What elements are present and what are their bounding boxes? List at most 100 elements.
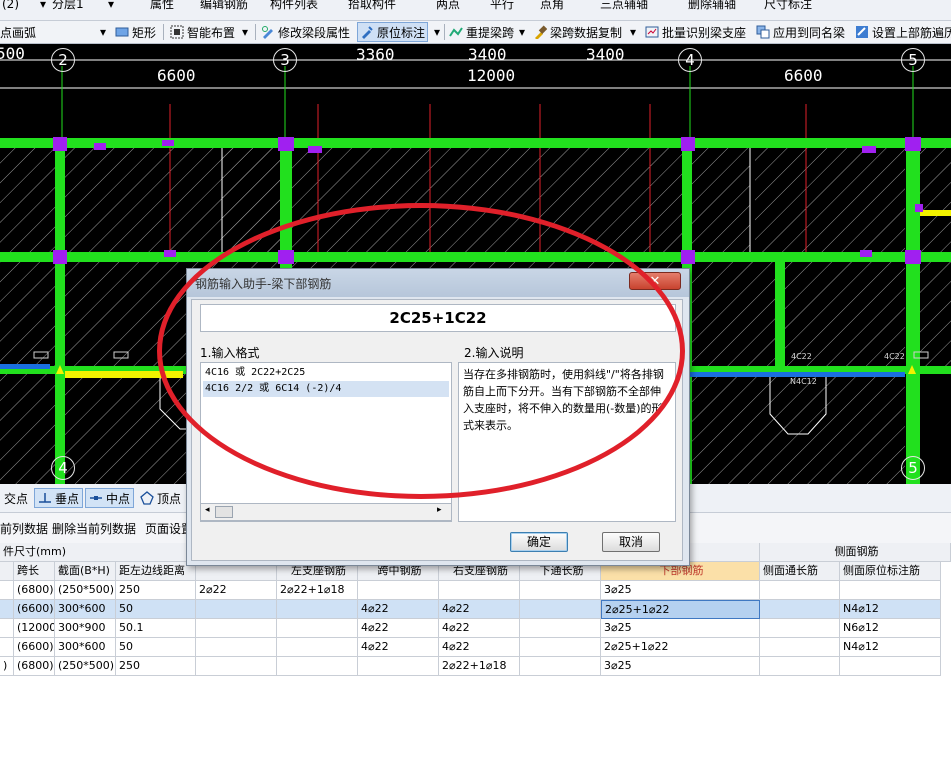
format-list-scrollbar[interactable]: ◂ ▸ — [200, 503, 452, 521]
grid-cell[interactable] — [277, 600, 358, 619]
ok-button[interactable]: 确定 — [510, 532, 568, 552]
grid-cell[interactable] — [520, 619, 601, 638]
grid-cell[interactable]: (12000 — [14, 619, 55, 638]
grid-cell[interactable]: 300*600 — [55, 638, 116, 657]
grid-cell[interactable]: (250*500) — [55, 581, 116, 600]
grid-cell[interactable]: ) — [0, 657, 14, 676]
grid-cell[interactable] — [358, 581, 439, 600]
scroll-left-icon[interactable]: ◂ — [205, 505, 210, 515]
dimension-button[interactable]: 尺寸标注 — [764, 0, 812, 14]
grid-cell[interactable] — [439, 581, 520, 600]
point-angle-button[interactable]: 点角 — [540, 0, 564, 14]
grid-cell[interactable] — [196, 619, 277, 638]
grid-cell[interactable] — [760, 581, 840, 600]
close-icon[interactable]: ✕ — [629, 272, 681, 290]
grid-cell[interactable] — [840, 657, 941, 676]
in-situ-annotation-button[interactable]: 原位标注 — [357, 22, 429, 42]
snap-midpoint[interactable]: 中点 — [85, 488, 135, 508]
grid-cell[interactable]: 4⌀22 — [439, 600, 520, 619]
grid-cell[interactable]: (6600) — [14, 600, 55, 619]
grid-cell[interactable]: 3⌀25 — [601, 581, 760, 600]
chevron-down-icon[interactable]: ▾ — [108, 0, 114, 14]
grid-cell[interactable]: (6800) — [14, 657, 55, 676]
grid-cell[interactable]: (6800) — [14, 581, 55, 600]
grid-cell[interactable]: 2⌀25+1⌀22 — [601, 638, 760, 657]
grid-cell[interactable]: (6600) — [14, 638, 55, 657]
grid-cell[interactable]: 2⌀22 — [196, 581, 277, 600]
grid-cell[interactable]: 4⌀22 — [439, 638, 520, 657]
scroll-right-icon[interactable]: ▸ — [437, 505, 442, 515]
grid-cell[interactable] — [520, 600, 601, 619]
format-list[interactable]: 4C16 或 2C22+2C25 4C16 2/2 或 6C14 (-2)/4 — [200, 362, 452, 522]
grid-cell[interactable]: 2⌀25+1⌀22 — [601, 600, 760, 619]
format-list-item[interactable]: 4C16 或 2C22+2C25 — [203, 365, 449, 381]
grid-header-cell[interactable]: 距左边线距离 — [116, 562, 196, 581]
dialog-titlebar[interactable]: 钢筋输入助手-梁下部钢筋 ✕ — [187, 269, 689, 297]
grid-cell[interactable]: 2⌀22+1⌀18 — [439, 657, 520, 676]
paste-column-data-button[interactable]: 前列数据 — [0, 520, 48, 537]
grid-cell[interactable] — [0, 619, 14, 638]
grid-cell[interactable]: 50 — [116, 600, 196, 619]
pick-component-button[interactable]: 拾取构件 — [348, 0, 396, 14]
grid-cell[interactable]: 4⌀22 — [358, 600, 439, 619]
grid-cell[interactable] — [277, 619, 358, 638]
three-point-axis-button[interactable]: 三点辅轴 — [600, 0, 648, 14]
grid-cell[interactable]: 300*900 — [55, 619, 116, 638]
grid-cell[interactable] — [840, 581, 941, 600]
delete-column-data-button[interactable]: 删除当前列数据 — [52, 520, 136, 537]
batch-identify-button[interactable]: 批量识别梁支座 — [645, 22, 746, 42]
grid-cell[interactable] — [196, 600, 277, 619]
grid-cell[interactable] — [196, 638, 277, 657]
rebar-format-input[interactable]: 2C25+1C22 — [200, 304, 676, 332]
chevron-down-icon[interactable]: ▾ — [100, 22, 106, 42]
grid-cell[interactable] — [0, 600, 14, 619]
snap-vertex[interactable]: 顶点 — [140, 488, 181, 508]
component-list-button[interactable]: 构件列表 — [270, 0, 318, 14]
grid-cell[interactable]: 3⌀25 — [601, 657, 760, 676]
grid-cell[interactable] — [760, 619, 840, 638]
grid-cell[interactable]: 50.1 — [116, 619, 196, 638]
chevron-down-icon[interactable]: ▾ — [434, 22, 440, 42]
snap-intersection[interactable]: 交点 — [4, 488, 28, 508]
cancel-button[interactable]: 取消 — [602, 532, 660, 552]
grid-cell[interactable] — [760, 600, 840, 619]
scroll-thumb[interactable] — [215, 506, 233, 518]
edit-rebar-button[interactable]: 编辑钢筋 — [200, 0, 248, 14]
parallel-button[interactable]: 平行 — [490, 0, 514, 14]
grid-cell[interactable]: 4⌀22 — [358, 638, 439, 657]
grid-cell[interactable] — [0, 638, 14, 657]
grid-cell[interactable]: 3⌀25 — [601, 619, 760, 638]
apply-same-name-button[interactable]: 应用到同名梁 — [756, 22, 845, 42]
set-top-rebar-button[interactable]: 设置上部筋遍历 — [855, 22, 951, 42]
grid-cell[interactable]: 250 — [116, 581, 196, 600]
arc-mode-combo[interactable]: 点画弧 — [0, 22, 36, 42]
reextract-span-button[interactable]: 重提梁跨 — [449, 22, 514, 42]
chevron-down-icon[interactable]: ▾ — [630, 22, 636, 42]
grid-cell[interactable] — [358, 657, 439, 676]
grid-header-cell[interactable]: 跨长 — [14, 562, 55, 581]
format-list-item[interactable]: 4C16 2/2 或 6C14 (-2)/4 — [203, 381, 449, 397]
chevron-down-icon[interactable]: ▾ — [519, 22, 525, 42]
grid-cell[interactable]: (250*500) — [55, 657, 116, 676]
grid-cell[interactable] — [196, 657, 277, 676]
grid-cell[interactable] — [520, 581, 601, 600]
grid-cell[interactable] — [520, 638, 601, 657]
grid-cell[interactable] — [0, 581, 14, 600]
grid-cell[interactable]: 300*600 — [55, 600, 116, 619]
grid-cell[interactable]: N6⌀12 — [840, 619, 941, 638]
grid-header-cell[interactable]: 侧面通长筋 — [760, 562, 840, 581]
grid-cell[interactable]: N4⌀12 — [840, 600, 941, 619]
layer-combo[interactable]: (2) — [2, 0, 19, 14]
grid-cell[interactable] — [520, 657, 601, 676]
grid-cell[interactable] — [760, 657, 840, 676]
grid-cell[interactable]: 4⌀22 — [439, 619, 520, 638]
grid-cell[interactable] — [760, 638, 840, 657]
grid-cell[interactable]: N4⌀12 — [840, 638, 941, 657]
grid-header-cell[interactable]: 截面(B*H) — [55, 562, 116, 581]
floor-combo[interactable]: 分层1 — [52, 0, 84, 14]
grid-cell[interactable] — [277, 638, 358, 657]
grid-cell[interactable]: 250 — [116, 657, 196, 676]
smart-layout-button[interactable]: 智能布置 — [170, 22, 235, 42]
grid-cell[interactable]: 2⌀22+1⌀18 — [277, 581, 358, 600]
grid-cell[interactable] — [277, 657, 358, 676]
